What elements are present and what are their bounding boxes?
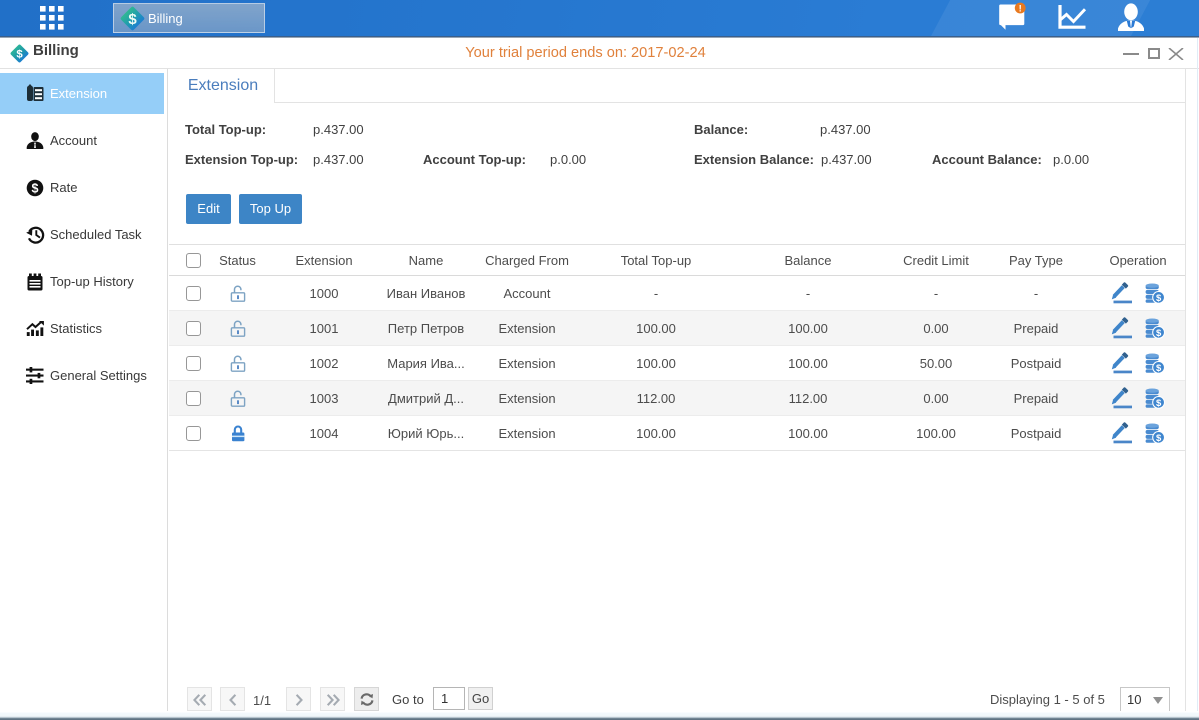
svg-text:$: $ xyxy=(1156,292,1162,303)
svg-text:$: $ xyxy=(1156,432,1162,443)
svg-text:$: $ xyxy=(1156,397,1162,408)
svg-text:$: $ xyxy=(32,181,39,195)
svg-text:$: $ xyxy=(128,11,137,28)
svg-text:!: ! xyxy=(1019,4,1022,15)
svg-text:$: $ xyxy=(1156,327,1162,338)
svg-text:$: $ xyxy=(1156,362,1162,373)
